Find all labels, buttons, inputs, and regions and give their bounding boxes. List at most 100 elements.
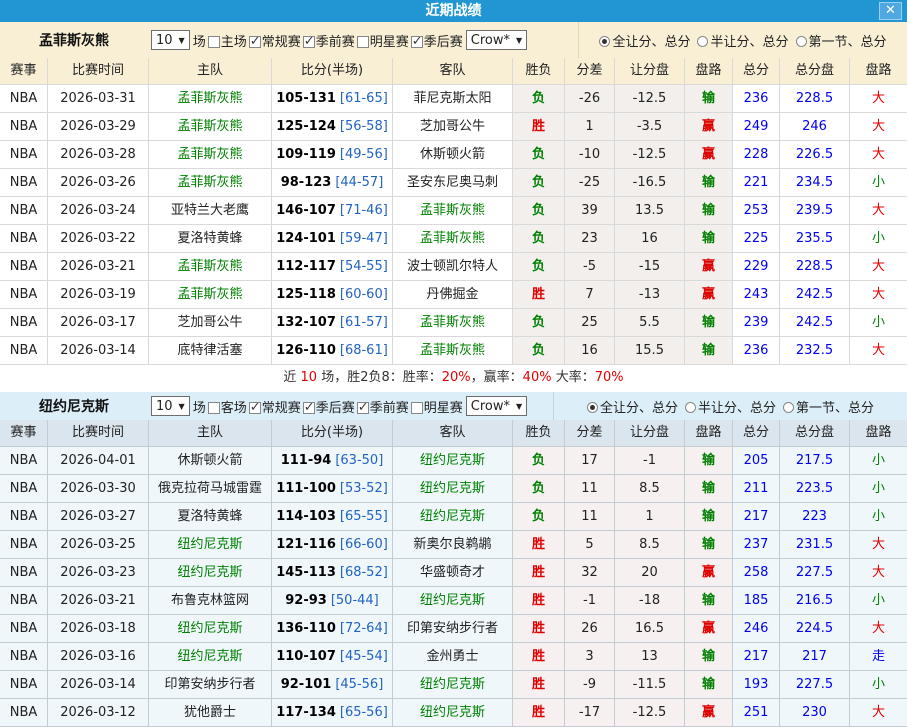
radio-icon[interactable] [599, 35, 611, 47]
column-header: 让分盘 [615, 58, 685, 85]
cell-total-points: 217 [733, 503, 780, 531]
full-time-score: 92-101 [280, 677, 332, 692]
table-body: NBA 2026-04-01 休斯顿火箭 111-94 [63-50] 纽约尼克斯负 17-… [0, 447, 907, 727]
filter-checkbox[interactable]: 常规赛 [247, 34, 301, 50]
full-time-score: 114-103 [276, 509, 336, 524]
cell-total-points: 228 [733, 141, 780, 169]
source-value: Crow* [470, 398, 511, 414]
cell-total-line: 228.5 [780, 253, 850, 281]
table-header-row: 赛事 比赛时间 主队 比分(半场) 客队 胜负 分差 让分盘 盘路 总分 总分盘 盘路 [0, 58, 907, 85]
cell-score: 110-107 [45-54] [272, 643, 393, 671]
games-count-select[interactable]: 10 ▼ [151, 396, 190, 416]
filter-checkbox[interactable]: 季后赛 [301, 400, 355, 416]
column-header: 盘路 [685, 58, 733, 85]
checkbox-icon[interactable] [356, 400, 369, 415]
filter-checkbox[interactable]: 季后赛 [409, 34, 463, 50]
table-row: NBA 2026-03-29 孟菲斯灰熊 125-124 [56-58] 芝加哥公牛胜 1-… [0, 113, 907, 141]
checkbox-icon[interactable] [302, 34, 315, 49]
cell-away-team: 休斯顿火箭 [393, 141, 513, 169]
cell-result: 负 [513, 169, 565, 197]
checkbox-icon[interactable] [356, 35, 369, 48]
cell-handicap-result: 赢 [685, 559, 733, 587]
radio-icon[interactable] [783, 401, 794, 413]
radio-option[interactable]: 半让分、总分 [697, 31, 789, 50]
half-time-score: [65-55] [339, 509, 388, 524]
half-time-score: [45-56] [335, 677, 384, 692]
radio-option[interactable]: 全让分、总分 [586, 397, 678, 416]
column-header: 赛事 [0, 420, 48, 447]
cell-handicap-result: 输 [685, 197, 733, 225]
cell-handicap-line: 13.5 [615, 197, 685, 225]
radio-label: 第一节、总分 [796, 400, 875, 416]
cell-point-diff: -5 [565, 253, 615, 281]
cell-handicap-line: -13 [615, 281, 685, 309]
cell-handicap-line: -12.5 [615, 699, 685, 727]
cell-total-points: 229 [733, 253, 780, 281]
checkbox-icon[interactable] [410, 34, 423, 49]
full-time-score: 98-123 [280, 175, 332, 190]
games-count-select[interactable]: 10 ▼ [151, 30, 190, 50]
half-time-score: [72-64] [339, 621, 388, 636]
radio-icon[interactable] [795, 35, 807, 47]
radio-group: 全让分、总分 半让分、总分 第一节、总分 [578, 22, 907, 58]
full-time-score: 121-116 [276, 537, 336, 552]
cell-handicap-line: -12.5 [615, 85, 685, 113]
column-header: 分差 [565, 58, 615, 85]
cell-away-team: 波士顿凯尔特人 [393, 253, 513, 281]
half-time-score: [71-46] [339, 203, 388, 218]
checkbox-icon[interactable] [248, 400, 261, 415]
radio-option[interactable]: 全让分、总分 [599, 31, 690, 50]
table-row: NBA 2026-03-14 底特律活塞 126-110 [68-61] 孟菲斯灰熊负 16… [0, 337, 907, 365]
cell-handicap-line: 20 [615, 559, 685, 587]
cell-handicap-line: 13 [615, 643, 685, 671]
radio-option[interactable]: 第一节、总分 [795, 31, 887, 50]
checkbox-icon[interactable] [207, 35, 220, 48]
source-select[interactable]: Crow* ▼ [465, 396, 528, 416]
checkbox-label: 季前赛 [369, 400, 409, 416]
cell-home-team: 犹他爵士 [149, 699, 272, 727]
cell-over-under: 小 [850, 503, 907, 531]
filter-checkbox[interactable]: 主场 [206, 35, 247, 50]
cell-handicap-result: 输 [685, 503, 733, 531]
cell-home-team: 纽约尼克斯 [149, 559, 272, 587]
full-time-score: 111-100 [276, 481, 336, 496]
filter-checkbox[interactable]: 季前赛 [301, 34, 355, 50]
radio-label: 全让分、总分 [599, 400, 678, 416]
cell-handicap-result: 输 [685, 671, 733, 699]
filter-checkbox[interactable]: 季前赛 [355, 400, 409, 416]
filter-checkbox[interactable]: 明星赛 [355, 35, 409, 50]
cell-home-team: 纽约尼克斯 [149, 531, 272, 559]
radio-label: 半让分、总分 [697, 400, 776, 416]
filter-checkbox[interactable]: 常规赛 [247, 400, 301, 416]
radio-option[interactable]: 第一节、总分 [783, 397, 874, 416]
close-icon[interactable]: ✕ [879, 2, 902, 20]
filter-checkbox[interactable]: 客场 [206, 401, 247, 416]
cell-score: 132-107 [61-57] [272, 309, 393, 337]
column-header: 让分盘 [615, 420, 685, 447]
table-row: NBA 2026-03-30 俄克拉荷马城雷霆 111-100 [53-52] 纽约尼克斯… [0, 475, 907, 503]
table-row: NBA 2026-03-23 纽约尼克斯 145-113 [68-52] 华盛顿奇才胜 32… [0, 559, 907, 587]
half-time-score: [68-61] [339, 343, 388, 358]
source-select[interactable]: Crow* ▼ [465, 30, 528, 50]
table-row: NBA 2026-03-17 芝加哥公牛 132-107 [61-57] 孟菲斯灰熊负 25… [0, 309, 907, 337]
filter-checkbox[interactable]: 明星赛 [409, 401, 463, 416]
full-time-score: 125-118 [276, 287, 336, 302]
checkbox-icon[interactable] [410, 401, 423, 414]
checkbox-icon[interactable] [302, 400, 315, 415]
cell-away-team: 纽约尼克斯 [393, 699, 513, 727]
radio-icon[interactable] [684, 401, 696, 413]
radio-icon[interactable] [697, 35, 709, 47]
cell-handicap-result: 赢 [685, 113, 733, 141]
cell-total-line: 246 [780, 113, 850, 141]
table-row: NBA 2026-03-19 孟菲斯灰熊 125-118 [60-60] 丹佛掘金胜 7 -1… [0, 281, 907, 309]
table-row: NBA 2026-03-16 纽约尼克斯 110-107 [45-54] 金州勇士胜 3 13… [0, 643, 907, 671]
radio-icon[interactable] [586, 401, 598, 413]
checkbox-icon[interactable] [207, 401, 220, 414]
checkbox-icon[interactable] [248, 34, 261, 49]
cell-total-points: 253 [733, 197, 780, 225]
cell-league: NBA [0, 141, 48, 169]
table-row: NBA 2026-03-18 纽约尼克斯 136-110 [72-64] 印第安纳步行者胜… [0, 615, 907, 643]
radio-option[interactable]: 半让分、总分 [684, 397, 776, 416]
cell-league: NBA [0, 531, 48, 559]
cell-result: 负 [513, 253, 565, 281]
